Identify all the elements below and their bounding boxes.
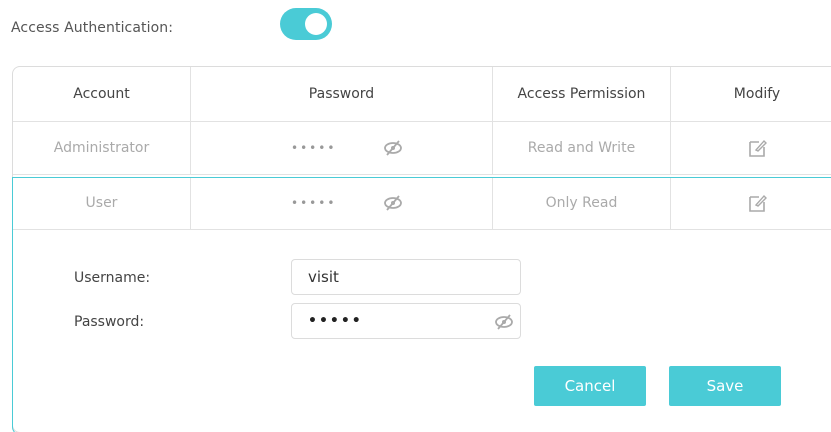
cancel-button[interactable]: Cancel [534,366,646,406]
eye-slash-icon[interactable] [494,314,514,330]
account-cell: Administrator [13,122,191,174]
table-header: Account Password Access Permission Modif… [13,67,831,122]
username-input[interactable]: visit [291,259,521,295]
eye-slash-icon[interactable] [383,195,403,211]
username-value: visit [308,268,339,286]
edit-icon[interactable] [746,192,768,214]
password-cell: ••••• [191,122,493,174]
header-access-permission: Access Permission [493,67,671,121]
password-mask: ••••• [291,196,337,210]
eye-slash-icon[interactable] [383,140,403,156]
table-row: Administrator ••••• Read and Write [13,122,831,175]
permission-cell: Only Read [493,177,671,229]
password-mask: ••••• [291,141,337,155]
password-input[interactable]: ••••• [291,303,521,339]
toggle-knob [305,13,327,35]
header-account: Account [13,67,191,121]
edit-icon[interactable] [746,137,768,159]
access-authentication-label: Access Authentication: [11,20,174,36]
password-label: Password: [74,314,145,330]
header-password: Password [191,67,493,121]
modify-cell [671,122,831,174]
access-authentication-toggle[interactable] [280,8,332,40]
username-label: Username: [74,270,151,286]
save-button[interactable]: Save [669,366,781,406]
permission-cell: Read and Write [493,122,671,174]
table-row: User ••••• Only Read [13,177,831,230]
header-modify: Modify [733,86,781,102]
password-value: ••••• [308,313,363,329]
account-cell: User [13,177,191,229]
password-cell: ••••• [191,177,493,229]
modify-cell [671,177,831,229]
access-authentication-row: Access Authentication: [11,16,173,40]
